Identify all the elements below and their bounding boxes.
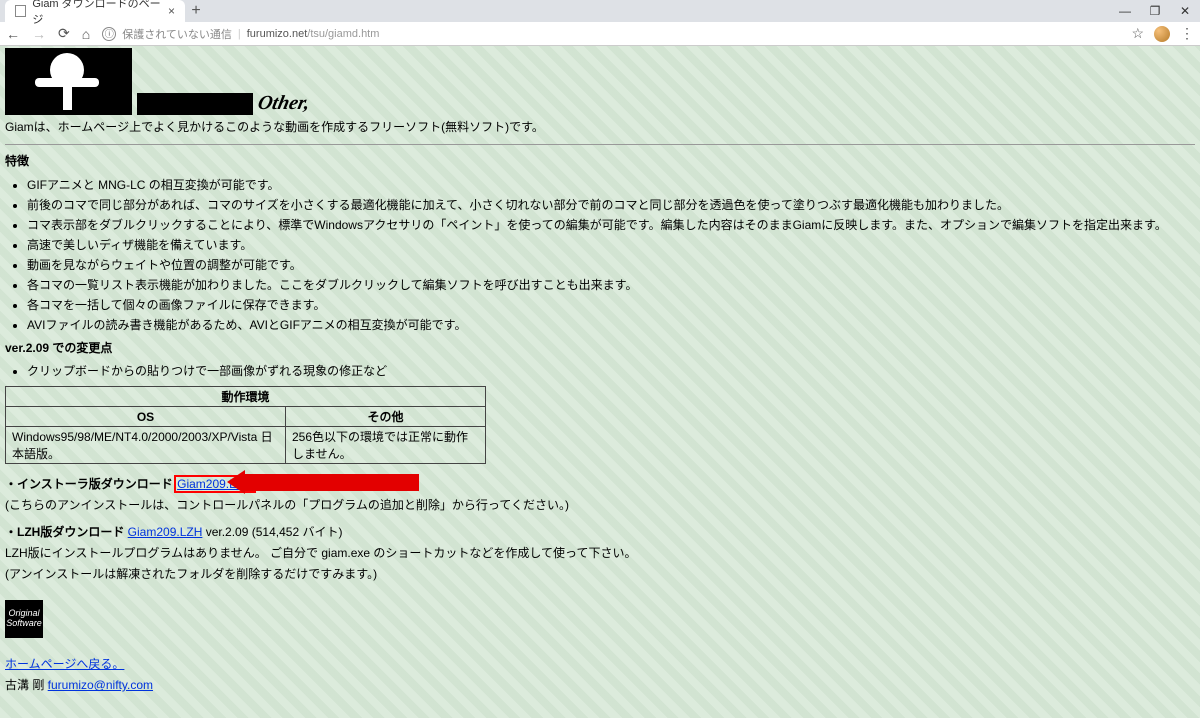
home-button[interactable]: ⌂ [82,26,90,42]
header-images: Other, [5,46,1195,115]
list-item: AVIファイルの読み書き機能があるため、AVIとGIFアニメの相互変換が可能です… [27,316,1195,334]
window-close-button[interactable]: ✕ [1170,4,1200,18]
features-list: GIFアニメと MNG-LC の相互変換が可能です。 前後のコマで同じ部分があれ… [27,176,1195,334]
list-item: 各コマの一覧リスト表示機能が加わりました。ここをダブルクリックして編集ソフトを呼… [27,276,1195,294]
installer-download-line: ・インストーラ版ダウンロード Giam209.EXE ver.2. [5,476,1195,493]
divider [5,144,1195,145]
table-cell-other: 256色以下の環境では正常に動作しません。 [286,427,486,464]
changes-heading: ver.2.09 での変更点 [5,340,1195,357]
list-item: クリップボードからの貼りつけで一部画像がずれる現象の修正など [27,362,1195,380]
page-favicon [15,5,26,17]
lzh-download-link[interactable]: Giam209.LZH [128,525,203,539]
url-text: furumizo.net/tsu/giamd.htm [247,28,380,40]
table-cell-os: Windows95/98/ME/NT4.0/2000/2003/XP/Vista… [6,427,286,464]
new-tab-button[interactable]: + [185,2,207,20]
table-header-os: OS [6,407,286,427]
list-item: コマ表示部をダブルクリックすることにより、標準でWindowsアクセサリの「ペイ… [27,216,1195,234]
bookmark-star-icon[interactable]: ☆ [1131,25,1144,42]
table-header-other: その他 [286,407,486,427]
installer-note: (こちらのアンインストールは、コントロールパネルの「プログラムの追加と削除」から… [5,497,1195,514]
back-button[interactable]: ← [6,26,20,42]
security-info-icon[interactable]: ⓘ [102,27,116,41]
window-minimize-button[interactable]: — [1110,4,1140,18]
reload-button[interactable]: ⟳ [58,25,70,42]
tab-title: Giam ダウンロードのページ [32,0,162,27]
address-bar[interactable]: ⓘ 保護されていない通信 | furumizo.net/tsu/giamd.ht… [102,26,1119,42]
profile-avatar[interactable] [1154,26,1170,42]
security-status-text: 保護されていない通信 [122,26,232,42]
script-logo: Other, [256,92,313,115]
homepage-link[interactable]: ホームページへ戻る。 [5,657,124,671]
giam-logo [5,48,132,115]
browser-menu-icon[interactable]: ⋮ [1180,25,1194,42]
lzh-download-line: ・LZH版ダウンロード Giam209.LZH ver.2.09 (514,45… [5,524,1195,541]
author-email-link[interactable]: furumizo@nifty.com [48,678,153,692]
original-software-badge: Original Software [5,600,43,638]
window-maximize-button[interactable]: ❐ [1140,4,1170,18]
demo-animation [137,93,253,115]
list-item: 各コマを一括して個々の画像ファイルに保存できます。 [27,296,1195,314]
features-heading: 特徴 [5,153,1195,170]
tab-close-icon[interactable]: × [168,4,175,18]
browser-tab[interactable]: Giam ダウンロードのページ × [5,0,185,22]
list-item: 前後のコマで同じ部分があれば、コマのサイズを小さくする最適化機能に加えて、小さく… [27,196,1195,214]
changes-list: クリップボードからの貼りつけで一部画像がずれる現象の修正など [27,362,1195,380]
environment-table: 動作環境 OS その他 Windows95/98/ME/NT4.0/2000/2… [5,386,486,464]
installer-download-link[interactable]: Giam209.EXE [176,477,254,491]
lzh-note-1: LZH版にインストールプログラムはありません。 ご自分で giam.exe のシ… [5,545,1195,562]
lzh-note-2: (アンインストールは解凍されたフォルダを削除するだけですみます。) [5,566,1195,583]
list-item: 高速で美しいディザ機能を備えています。 [27,236,1195,254]
table-caption: 動作環境 [6,387,486,407]
forward-button[interactable]: → [32,26,46,42]
author-line: 古溝 剛 furumizo@nifty.com [5,677,1195,694]
list-item: 動画を見ながらウェイトや位置の調整が可能です。 [27,256,1195,274]
list-item: GIFアニメと MNG-LC の相互変換が可能です。 [27,176,1195,194]
intro-text: Giamは、ホームページ上でよく見かけるこのような動画を作成するフリーソフト(無… [5,119,1195,136]
